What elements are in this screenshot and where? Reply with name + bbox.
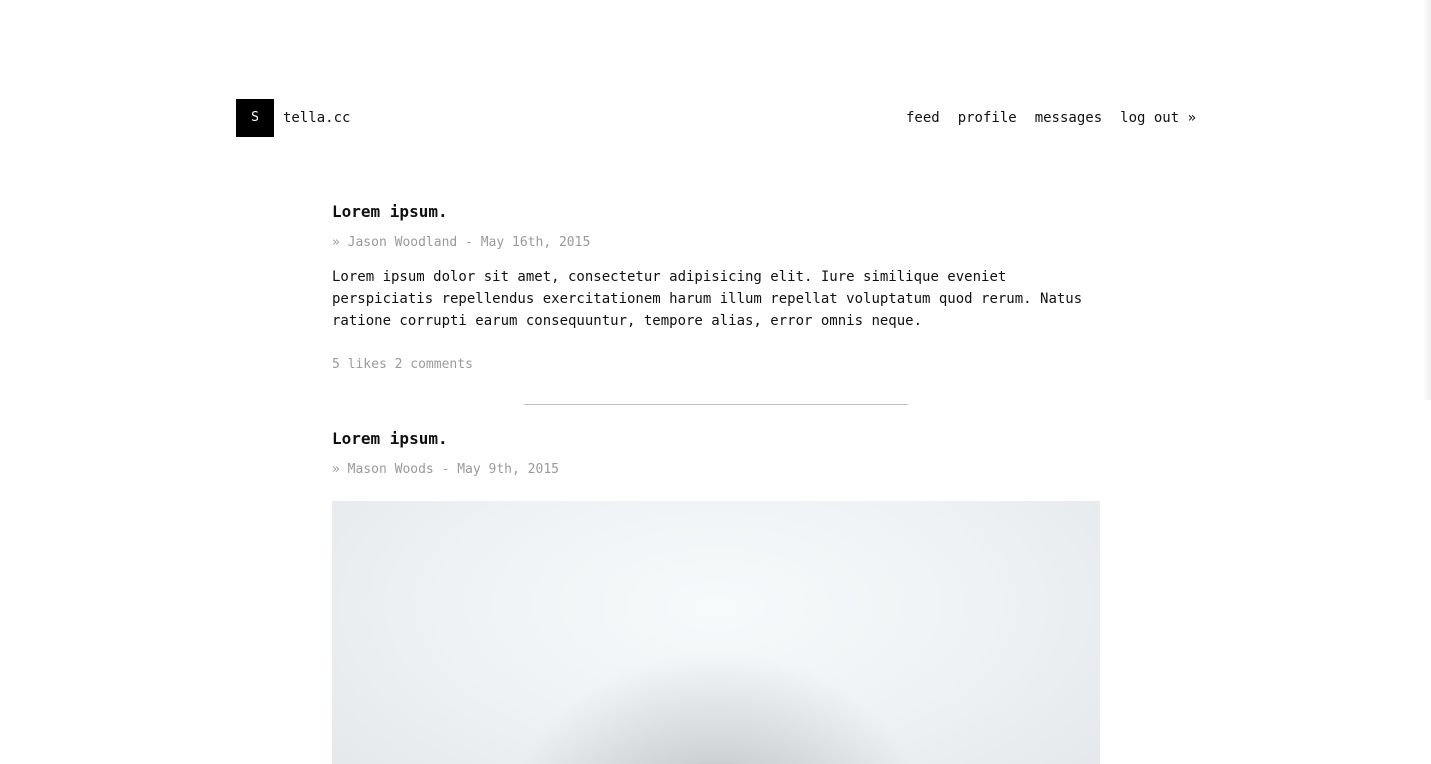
feed: Lorem ipsum. » Jason Woodland - May 16th…: [332, 200, 1100, 764]
post-image: [332, 501, 1100, 764]
post-stats: 5 likes 2 comments: [332, 356, 1100, 374]
post-meta: » Jason Woodland - May 16th, 2015: [332, 235, 591, 250]
post: Lorem ipsum. » Jason Woodland - May 16th…: [332, 200, 1100, 374]
page: S tella.cc feed profile messages log out…: [0, 0, 1431, 764]
post: Lorem ipsum. » Mason Woods - May 9th, 20…: [332, 427, 1100, 764]
main-nav: feed profile messages log out »: [906, 99, 1196, 137]
post-body: Lorem ipsum dolor sit amet, consectetur …: [332, 269, 1083, 329]
post-divider: [524, 404, 908, 405]
site-header: S tella.cc feed profile messages log out…: [236, 99, 1196, 137]
logo[interactable]: S: [236, 99, 274, 137]
post-title[interactable]: Lorem ipsum.: [332, 427, 1100, 451]
scrollbar[interactable]: [1423, 0, 1431, 400]
post-meta: » Mason Woods - May 9th, 2015: [332, 462, 559, 477]
comments-count[interactable]: 2 comments: [395, 357, 473, 372]
likes-count[interactable]: 5 likes: [332, 357, 387, 372]
nav-logout-link[interactable]: log out »: [1120, 110, 1196, 126]
nav-messages-link[interactable]: messages: [1035, 110, 1102, 126]
site-name[interactable]: tella.cc: [283, 99, 350, 137]
post-title[interactable]: Lorem ipsum.: [332, 200, 1100, 224]
nav-feed-link[interactable]: feed: [906, 110, 940, 126]
nav-profile-link[interactable]: profile: [958, 110, 1017, 126]
